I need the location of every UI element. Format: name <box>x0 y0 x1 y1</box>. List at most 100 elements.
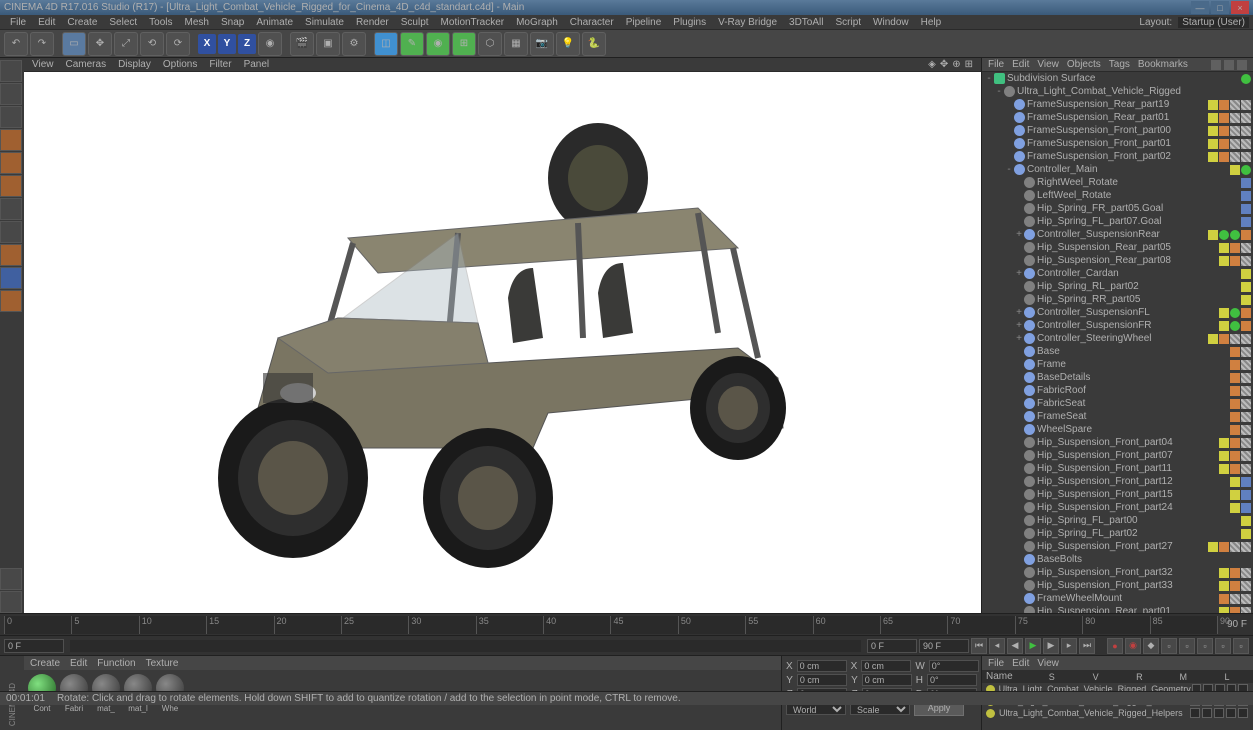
tag-icon[interactable] <box>1230 113 1240 123</box>
tag-icon[interactable] <box>1241 438 1251 448</box>
key-selection[interactable]: ◆ <box>1143 638 1159 654</box>
menu-file[interactable]: File <box>4 17 32 28</box>
timeline-start-field[interactable] <box>4 639 64 653</box>
vp-menu-options[interactable]: Options <box>163 59 197 70</box>
om-menu-file[interactable]: File <box>988 59 1004 70</box>
tag-icon[interactable] <box>1230 568 1240 578</box>
tag-icon[interactable] <box>1230 243 1240 253</box>
model-mode[interactable] <box>0 60 22 82</box>
menu-select[interactable]: Select <box>103 17 143 28</box>
tag-icon[interactable] <box>1241 74 1251 84</box>
tag-icon[interactable] <box>1219 438 1229 448</box>
tree-item[interactable]: Hip_Suspension_Front_part15 <box>982 488 1253 501</box>
cube-primitive[interactable]: ◫ <box>374 32 398 56</box>
tag-icon[interactable] <box>1230 165 1240 175</box>
render-region[interactable]: ▣ <box>316 32 340 56</box>
tag-icon[interactable] <box>1241 425 1251 435</box>
tag-icon[interactable] <box>1219 308 1229 318</box>
tree-toggle[interactable]: + <box>1014 229 1024 240</box>
tree-item[interactable]: Hip_Suspension_Front_part24 <box>982 501 1253 514</box>
menu-vray[interactable]: V-Ray Bridge <box>712 17 783 28</box>
tag-icon[interactable] <box>1219 451 1229 461</box>
menu-mesh[interactable]: Mesh <box>179 17 215 28</box>
vp-menu-display[interactable]: Display <box>118 59 151 70</box>
tree-item[interactable]: Hip_Suspension_Front_part27 <box>982 540 1253 553</box>
goto-end-button[interactable]: ⏭ <box>1079 638 1095 654</box>
axis-z[interactable]: Z <box>238 34 256 54</box>
tree-item[interactable]: Hip_Spring_FL_part02 <box>982 527 1253 540</box>
render-settings[interactable]: ⚙ <box>342 32 366 56</box>
tag-icon[interactable] <box>1241 386 1251 396</box>
tag-icon[interactable] <box>1241 581 1251 591</box>
polygon-mode[interactable] <box>0 175 22 197</box>
tree-item[interactable]: RightWeel_Rotate <box>982 176 1253 189</box>
tag-icon[interactable] <box>1230 464 1240 474</box>
tag-icon[interactable] <box>1241 321 1251 331</box>
tag-icon[interactable] <box>1241 412 1251 422</box>
tag-icon[interactable] <box>1219 100 1229 110</box>
tag-icon[interactable] <box>1241 347 1251 357</box>
tweak-mode[interactable] <box>0 244 22 266</box>
tag-icon[interactable] <box>1208 230 1218 240</box>
tree-item[interactable]: FrameSuspension_Front_part01 <box>982 137 1253 150</box>
tag-icon[interactable] <box>1230 399 1240 409</box>
mat-menu-texture[interactable]: Texture <box>146 658 179 669</box>
om-search-icon[interactable] <box>1211 60 1221 70</box>
coord-size-field[interactable] <box>861 660 911 672</box>
tag-icon[interactable] <box>1208 152 1218 162</box>
key-param[interactable]: ▫ <box>1215 638 1231 654</box>
tree-item[interactable]: WheelSpare <box>982 423 1253 436</box>
goto-start-button[interactable]: ⏮ <box>971 638 987 654</box>
menu-help[interactable]: Help <box>915 17 948 28</box>
object-tree[interactable]: -Subdivision Surface-Ultra_Light_Combat_… <box>982 72 1253 613</box>
tree-item[interactable]: Hip_Suspension_Front_part12 <box>982 475 1253 488</box>
attr-menu-file[interactable]: File <box>988 658 1004 669</box>
deformer[interactable]: ⬡ <box>478 32 502 56</box>
vp-menu-view[interactable]: View <box>32 59 54 70</box>
tag-icon[interactable] <box>1230 425 1240 435</box>
tag-icon[interactable] <box>1241 152 1251 162</box>
menu-motiontracker[interactable]: MotionTracker <box>435 17 511 28</box>
tree-item[interactable]: -Ultra_Light_Combat_Vehicle_Rigged <box>982 85 1253 98</box>
tree-item[interactable]: Hip_Suspension_Front_part11 <box>982 462 1253 475</box>
environment[interactable]: ▦ <box>504 32 528 56</box>
timeline-current-field[interactable] <box>867 639 917 653</box>
tree-item[interactable]: +Controller_SuspensionFL <box>982 306 1253 319</box>
tag-icon[interactable] <box>1241 178 1251 188</box>
tree-item[interactable]: Hip_Suspension_Rear_part01 <box>982 605 1253 613</box>
tag-icon[interactable] <box>1241 139 1251 149</box>
subdivision-surface[interactable]: ◉ <box>426 32 450 56</box>
tag-icon[interactable] <box>1219 243 1229 253</box>
tag-icon[interactable] <box>1241 230 1251 240</box>
timeline-scrubber[interactable] <box>70 640 861 652</box>
om-filter-icon[interactable] <box>1224 60 1234 70</box>
menu-edit[interactable]: Edit <box>32 17 61 28</box>
menu-pipeline[interactable]: Pipeline <box>620 17 668 28</box>
tag-icon[interactable] <box>1241 256 1251 266</box>
recent-tool[interactable]: ⟳ <box>166 32 190 56</box>
tree-item[interactable]: BaseBolts <box>982 553 1253 566</box>
tag-icon[interactable] <box>1219 581 1229 591</box>
script-icon[interactable]: 🐍 <box>582 32 606 56</box>
coord-rot-field[interactable] <box>929 660 979 672</box>
om-menu-view[interactable]: View <box>1037 59 1059 70</box>
tag-icon[interactable] <box>1241 373 1251 383</box>
edge-mode[interactable] <box>0 152 22 174</box>
tag-icon[interactable] <box>1230 230 1240 240</box>
tree-item[interactable]: +Controller_SteeringWheel <box>982 332 1253 345</box>
record-button[interactable]: ● <box>1107 638 1123 654</box>
light[interactable]: 💡 <box>556 32 580 56</box>
tree-item[interactable]: +Controller_Cardan <box>982 267 1253 280</box>
close-button[interactable]: × <box>1231 1 1249 14</box>
tag-icon[interactable] <box>1241 334 1251 344</box>
tag-icon[interactable] <box>1241 451 1251 461</box>
tree-toggle[interactable]: - <box>1004 164 1014 175</box>
vp-menu-cameras[interactable]: Cameras <box>66 59 107 70</box>
tag-icon[interactable] <box>1219 594 1229 604</box>
viewport-3d[interactable] <box>24 72 981 613</box>
tag-icon[interactable] <box>1241 243 1251 253</box>
tree-item[interactable]: FrameWheelMount <box>982 592 1253 605</box>
coord-rot-field[interactable] <box>927 674 977 686</box>
tree-item[interactable]: FabricRoof <box>982 384 1253 397</box>
menu-window[interactable]: Window <box>867 17 915 28</box>
